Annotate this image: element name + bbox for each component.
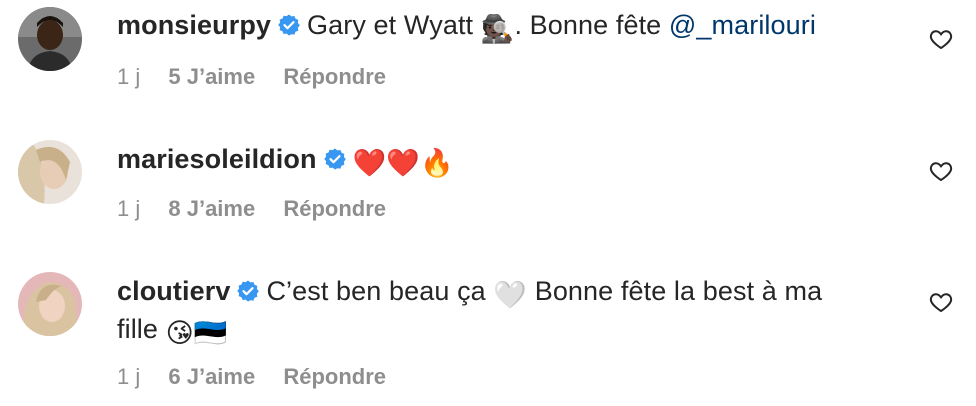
comment-age: 1 j xyxy=(117,196,141,221)
likes-count-button[interactable]: 5 J’aime xyxy=(168,64,255,89)
reply-button[interactable]: Répondre xyxy=(283,196,386,221)
mention-link[interactable]: @_marilouri xyxy=(669,10,816,40)
white-heart-emoji: 🤍 xyxy=(493,280,528,310)
comment-meta: 1 j 8 J’aime Répondre xyxy=(117,196,408,222)
heart-outline-icon[interactable] xyxy=(928,27,954,51)
verified-badge-icon xyxy=(323,148,346,170)
comment-text: monsieurpy Gary et Wyatt 🕵🏿. Bonne fête @… xyxy=(117,8,887,46)
comment-text: mariesoleildion ❤️❤️🔥 xyxy=(117,142,887,180)
detective-emoji: 🕵🏿 xyxy=(480,14,515,44)
flag-emoji: 🇪🇪 xyxy=(193,318,228,348)
heart-outline-icon[interactable] xyxy=(928,159,954,183)
comment-text: cloutierv C’est ben beau ça 🤍 Bonne fête … xyxy=(117,274,887,312)
comment-text-line2: fille 😘🇪🇪 xyxy=(117,312,887,350)
reply-button[interactable]: Répondre xyxy=(283,364,386,389)
verified-badge-icon xyxy=(237,280,260,302)
heart-outline-icon[interactable] xyxy=(928,290,954,314)
likes-count-button[interactable]: 6 J’aime xyxy=(168,364,255,389)
comment-body: C’est ben beau ça xyxy=(266,276,494,306)
comment-body-cont: Bonne fête la best à ma xyxy=(527,276,823,306)
comment-username[interactable]: mariesoleildion xyxy=(117,144,317,174)
comment-body: ❤️❤️🔥 xyxy=(352,148,454,178)
reply-button[interactable]: Répondre xyxy=(283,64,386,89)
comment-age: 1 j xyxy=(117,64,141,89)
comment-body: Gary et Wyatt xyxy=(307,10,481,40)
comment-meta: 1 j 5 J’aime Répondre xyxy=(117,64,408,90)
comment-body-line2: fille xyxy=(117,314,166,344)
comment-meta: 1 j 6 J’aime Répondre xyxy=(117,364,408,390)
verified-badge-icon xyxy=(278,14,300,36)
comment-username[interactable]: cloutierv xyxy=(117,276,230,306)
likes-count-button[interactable]: 8 J’aime xyxy=(168,196,255,221)
avatar[interactable] xyxy=(18,7,82,71)
comment-username[interactable]: monsieurpy xyxy=(117,10,271,40)
comment-age: 1 j xyxy=(117,364,141,389)
kiss-emoji: 😘 xyxy=(165,318,194,348)
avatar[interactable] xyxy=(18,272,82,336)
comment-body-cont: . Bonne fête xyxy=(514,10,669,40)
avatar[interactable] xyxy=(18,140,82,204)
